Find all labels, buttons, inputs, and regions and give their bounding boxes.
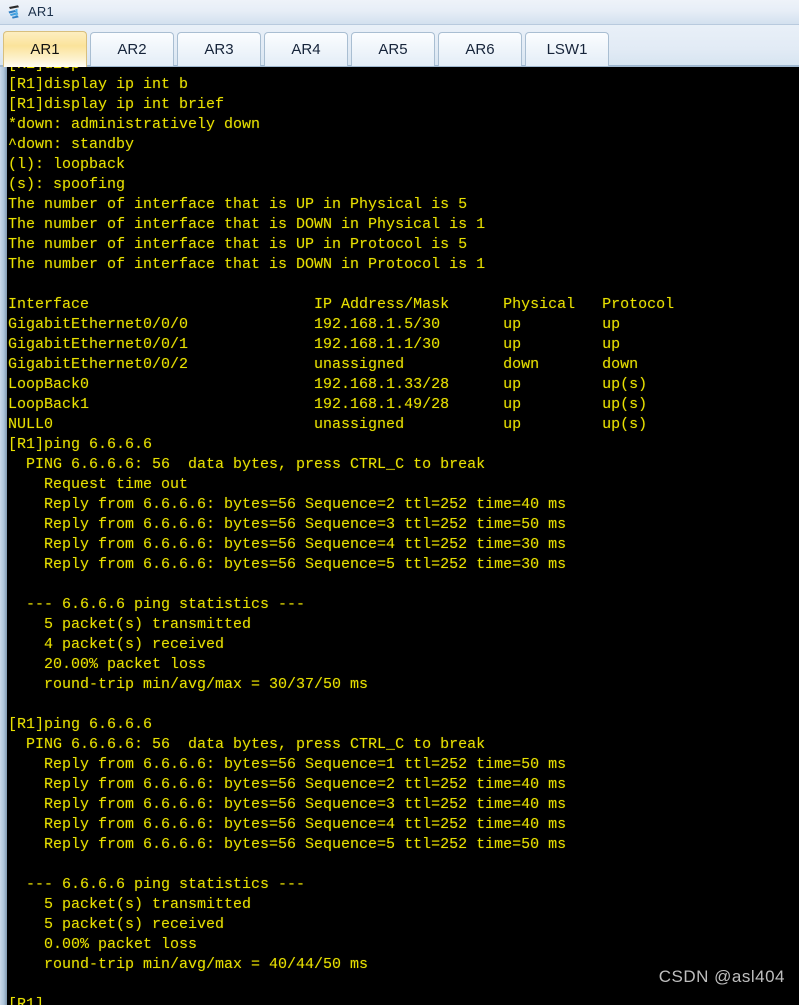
window-title-bar: AR1	[0, 0, 799, 25]
tab-ar4[interactable]: AR4	[264, 32, 348, 66]
terminal-line: The number of interface that is DOWN in …	[8, 256, 486, 273]
tab-ar2[interactable]: AR2	[90, 32, 174, 66]
terminal-line: Reply from 6.6.6.6: bytes=56 Sequence=3 …	[8, 796, 567, 813]
terminal-panel[interactable]: [R1]disp[R1]display ip int b [R1]display …	[0, 67, 799, 1005]
tab-ar1[interactable]: AR1	[3, 31, 87, 67]
terminal-line: GigabitEthernet0/0/0 192.168.1.5/30 up u…	[8, 316, 621, 333]
terminal-line: 0.00% packet loss	[8, 936, 198, 953]
tab-label: AR5	[378, 41, 408, 58]
terminal-line: [R1]ping 6.6.6.6	[8, 716, 153, 733]
terminal-line: The number of interface that is UP in Ph…	[8, 196, 468, 213]
terminal-line: Reply from 6.6.6.6: bytes=56 Sequence=4 …	[8, 536, 567, 553]
terminal-line: [R1]disp	[8, 67, 799, 75]
tab-ar3[interactable]: AR3	[177, 32, 261, 66]
terminal-line: Reply from 6.6.6.6: bytes=56 Sequence=2 …	[8, 496, 567, 513]
terminal-line: Request time out	[8, 476, 189, 493]
terminal-line: 5 packet(s) transmitted	[8, 896, 252, 913]
tab-label: AR2	[117, 41, 147, 58]
terminal-line: Reply from 6.6.6.6: bytes=56 Sequence=5 …	[8, 836, 567, 853]
terminal-output[interactable]: [R1]disp[R1]display ip int b [R1]display …	[8, 67, 799, 1005]
terminal-line: --- 6.6.6.6 ping statistics ---	[8, 876, 306, 893]
watermark-label: CSDN @asl404	[658, 967, 785, 986]
terminal-line: GigabitEthernet0/0/2 unassigned down dow…	[8, 356, 639, 373]
terminal-line: *down: administratively down	[8, 116, 261, 133]
terminal-line: Reply from 6.6.6.6: bytes=56 Sequence=3 …	[8, 516, 567, 533]
terminal-line: GigabitEthernet0/0/1 192.168.1.1/30 up u…	[8, 336, 621, 353]
terminal-line: LoopBack0 192.168.1.33/28 up up(s)	[8, 376, 648, 393]
terminal-line: Reply from 6.6.6.6: bytes=56 Sequence=5 …	[8, 556, 567, 573]
terminal-line: round-trip min/avg/max = 30/37/50 ms	[8, 676, 369, 693]
terminal-line: The number of interface that is UP in Pr…	[8, 236, 468, 253]
tab-lsw1[interactable]: LSW1	[525, 32, 609, 66]
tab-label: AR1	[30, 41, 60, 58]
tab-label: AR3	[204, 41, 234, 58]
tab-ar5[interactable]: AR5	[351, 32, 435, 66]
terminal-line: (s): spoofing	[8, 176, 126, 193]
terminal-line: [R1]display ip int b	[8, 76, 189, 93]
tab-label: LSW1	[546, 41, 588, 58]
terminal-line: (l): loopback	[8, 156, 126, 173]
terminal-line: ^down: standby	[8, 136, 135, 153]
terminal-line: NULL0 unassigned up up(s)	[8, 416, 648, 433]
device-tab-bar: AR1 AR2 AR3 AR4 AR5 AR6 LSW1	[0, 25, 799, 67]
terminal-line: The number of interface that is DOWN in …	[8, 216, 486, 233]
window-title-label: AR1	[28, 4, 54, 19]
terminal-line: 4 packet(s) received	[8, 636, 225, 653]
router-device-icon	[8, 5, 19, 19]
terminal-line: [R1]	[8, 996, 45, 1005]
terminal-line: LoopBack1 192.168.1.49/28 up up(s)	[8, 396, 648, 413]
terminal-line: [R1]display ip int brief	[8, 96, 225, 113]
tab-label: AR6	[465, 41, 495, 58]
terminal-line: 20.00% packet loss	[8, 656, 207, 673]
tab-ar6[interactable]: AR6	[438, 32, 522, 66]
terminal-line: PING 6.6.6.6: 56 data bytes, press CTRL_…	[8, 456, 486, 473]
terminal-line: [R1]ping 6.6.6.6	[8, 436, 153, 453]
terminal-line: 5 packet(s) transmitted	[8, 616, 252, 633]
ensp-console-window: AR1 AR1 AR2 AR3 AR4 AR5 AR6 LSW1 [R1]dis…	[0, 0, 799, 1005]
terminal-line: PING 6.6.6.6: 56 data bytes, press CTRL_…	[8, 736, 486, 753]
terminal-line: 5 packet(s) received	[8, 916, 225, 933]
terminal-line: --- 6.6.6.6 ping statistics ---	[8, 596, 306, 613]
tab-label: AR4	[291, 41, 321, 58]
terminal-left-rail	[0, 67, 7, 1005]
terminal-line: Interface IP Address/Mask Physical Proto…	[8, 296, 675, 313]
terminal-line: Reply from 6.6.6.6: bytes=56 Sequence=2 …	[8, 776, 567, 793]
terminal-line: Reply from 6.6.6.6: bytes=56 Sequence=1 …	[8, 756, 567, 773]
terminal-line: Reply from 6.6.6.6: bytes=56 Sequence=4 …	[8, 816, 567, 833]
